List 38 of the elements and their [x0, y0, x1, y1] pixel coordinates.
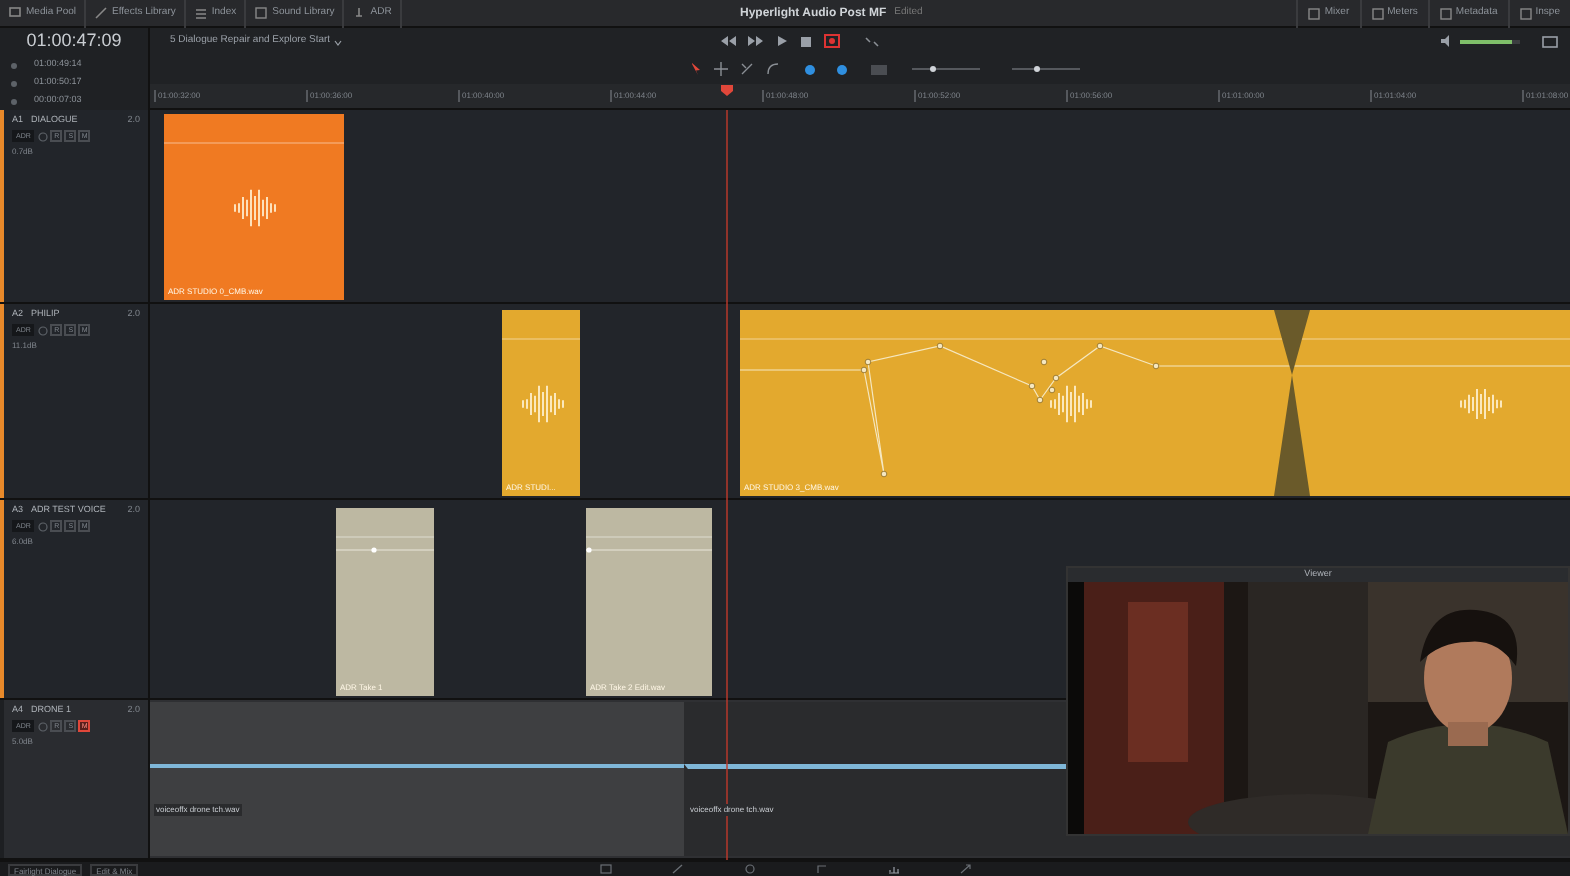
marker-icon[interactable]: [836, 63, 848, 75]
monitor-icon[interactable]: [1542, 35, 1558, 47]
waveform-drawing: [522, 382, 564, 426]
waveform-drawing: [1460, 386, 1502, 422]
page-icon[interactable]: [744, 864, 756, 874]
playhead-icon[interactable]: [720, 84, 734, 96]
marker-icon: [10, 97, 18, 105]
crosshair-icon[interactable]: [714, 62, 728, 76]
pointer-icon[interactable]: [690, 62, 702, 76]
razor-icon[interactable]: [740, 62, 754, 76]
panel-icon: [1308, 7, 1321, 19]
panel-icon: [352, 6, 367, 20]
marker-icon: [10, 79, 18, 87]
stop-icon[interactable]: [800, 35, 812, 47]
fast-forward-icon[interactable]: [748, 34, 764, 48]
slider-thumb[interactable]: [930, 66, 937, 72]
waveform-drawing: [234, 186, 276, 230]
slider-thumb[interactable]: [1033, 66, 1040, 72]
page-icon[interactable]: [888, 864, 900, 874]
panel-icon: [8, 6, 22, 20]
waveform-drawing: [1050, 382, 1092, 426]
record-icon[interactable]: [824, 34, 840, 48]
page-icon[interactable]: [600, 864, 612, 874]
rewind-icon[interactable]: [720, 34, 736, 48]
panel-icon: [94, 6, 109, 20]
panel-icon: [254, 6, 269, 20]
panel-icon: [1371, 7, 1384, 19]
curve-icon[interactable]: [766, 62, 780, 76]
panel-icon: [1439, 7, 1452, 19]
page-icon[interactable]: [672, 864, 684, 874]
page-icon[interactable]: [960, 864, 972, 874]
panel-icon: [193, 6, 208, 20]
play-icon[interactable]: [776, 34, 788, 48]
timecode-display: 01:00:47:09: [26, 28, 122, 55]
panel-icon: [1519, 7, 1532, 19]
caret-icon: [334, 39, 343, 45]
marker-icon: [10, 61, 18, 69]
speaker-icon[interactable]: [1440, 34, 1454, 48]
